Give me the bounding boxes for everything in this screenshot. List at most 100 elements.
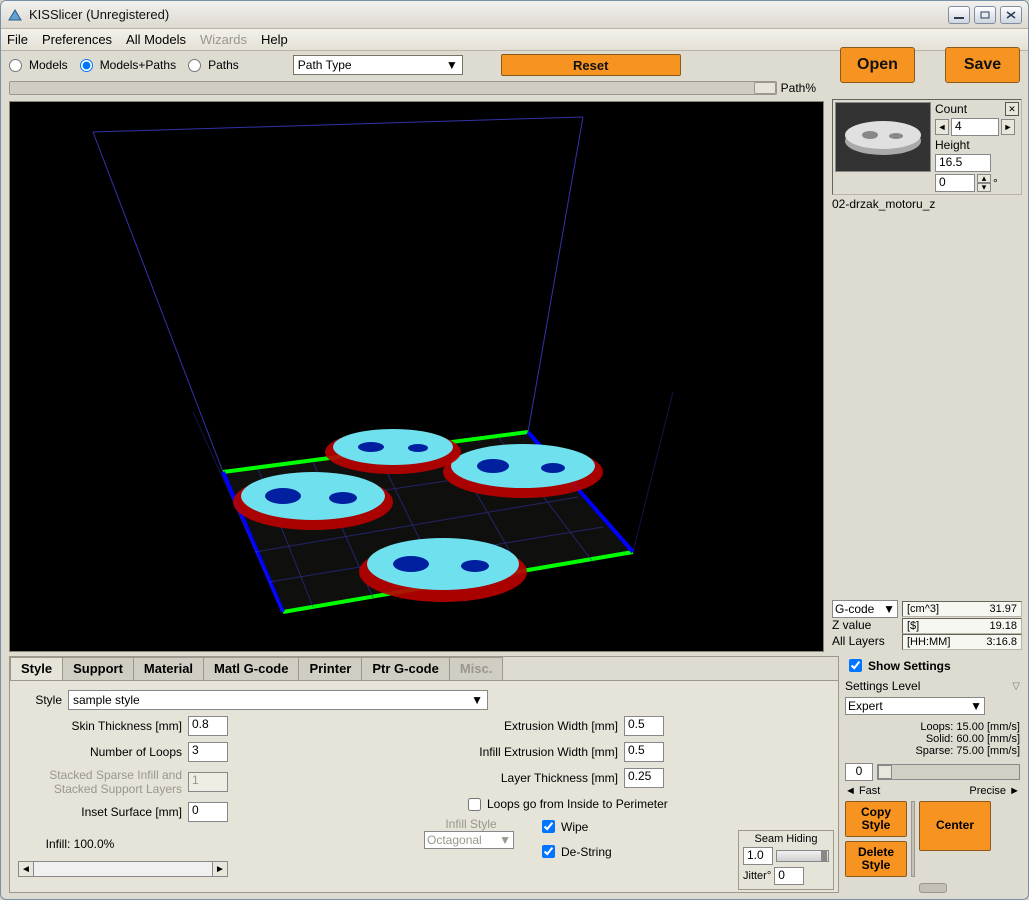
all-layers-label: All Layers [832, 634, 898, 650]
layer-thickness-label: Layer Thickness [mm] [424, 771, 624, 785]
skin-thickness-field[interactable]: 0.8 [188, 716, 228, 736]
chevron-down-icon: ▼ [883, 602, 895, 616]
gcode-select[interactable]: G-code▼ [832, 600, 898, 618]
settings-level-select[interactable]: Expert▼ [845, 697, 985, 715]
stacked-field: 1 [188, 772, 228, 792]
infill-slider-right[interactable]: ► [212, 861, 228, 877]
tab-ptr-gcode[interactable]: Ptr G-code [361, 657, 449, 680]
copy-style-button[interactable]: Copy Style [845, 801, 907, 837]
app-icon [7, 7, 23, 23]
infill-percent-label: Infill: 100.0% [18, 837, 148, 851]
height-label: Height [935, 138, 1019, 152]
chevron-down-icon: ▼ [970, 699, 982, 713]
viewmode-models-paths[interactable]: Models+Paths [80, 58, 176, 72]
menu-all-models[interactable]: All Models [126, 32, 186, 47]
height-field[interactable]: 16.5 [935, 154, 991, 172]
model-name: 02-drzak_motoru_z [832, 195, 1022, 217]
count-decrement[interactable]: ◄ [935, 119, 949, 135]
inset-surface-field[interactable]: 0 [188, 802, 228, 822]
num-loops-label: Number of Loops [18, 745, 188, 759]
tab-printer[interactable]: Printer [298, 657, 362, 680]
viewmode-paths-label: Paths [208, 58, 239, 72]
maximize-button[interactable] [974, 6, 996, 24]
style-label: Style [18, 693, 68, 707]
sparse-speed: Sparse: 75.00 [mm/s] [845, 745, 1020, 757]
viewmode-models[interactable]: Models [9, 58, 68, 72]
tab-support[interactable]: Support [62, 657, 134, 680]
3d-viewport[interactable] [9, 101, 824, 652]
tab-style[interactable]: Style [10, 657, 63, 680]
loops-inside-checkbox[interactable]: Loops go from Inside to Perimeter [464, 795, 668, 814]
precise-label: Precise [969, 785, 1006, 797]
menu-preferences[interactable]: Preferences [42, 32, 112, 47]
viewmode-modelspaths-label: Models+Paths [100, 58, 176, 72]
path-percent-slider[interactable] [9, 81, 777, 95]
count-field[interactable]: 4 [951, 118, 999, 136]
extrusion-width-field[interactable]: 0.5 [624, 716, 664, 736]
viewmode-paths[interactable]: Paths [188, 58, 239, 72]
show-settings-checkbox[interactable]: Show Settings [845, 656, 1020, 675]
seam-value-field[interactable]: 1.0 [743, 847, 773, 865]
fastprecise-value[interactable]: 0 [845, 763, 873, 781]
viewmode-models-radio[interactable] [9, 59, 22, 72]
time-label: [HH:MM] [907, 636, 950, 648]
chevron-down-icon: ▼ [471, 693, 483, 707]
open-button[interactable]: Open [840, 47, 915, 83]
destring-checkbox[interactable]: De-String [538, 842, 612, 861]
num-loops-field[interactable]: 3 [188, 742, 228, 762]
close-button[interactable] [1000, 6, 1022, 24]
wipe-checkbox[interactable]: Wipe [538, 817, 612, 836]
model-close-button[interactable]: ✕ [1005, 102, 1019, 116]
reset-button[interactable]: Reset [501, 54, 681, 76]
jitter-field[interactable]: 0 [774, 867, 804, 885]
infill-extrusion-width-label: Infill Extrusion Width [mm] [424, 745, 624, 759]
skin-thickness-label: Skin Thickness [mm] [18, 719, 188, 733]
volume-label: [cm^3] [907, 603, 939, 615]
viewmode-modelspaths-radio[interactable] [80, 59, 93, 72]
tab-material[interactable]: Material [133, 657, 204, 680]
solid-speed: Solid: 60.00 [mm/s] [845, 733, 1020, 745]
resize-grip[interactable] [919, 883, 947, 893]
volume-value: 31.97 [989, 603, 1017, 615]
path-percent-label: Path% [781, 81, 816, 95]
rotation-down[interactable]: ▾ [977, 183, 991, 192]
count-increment[interactable]: ► [1001, 119, 1015, 135]
chevron-down-icon: ▼ [446, 58, 458, 72]
window-title: KISSlicer (Unregistered) [29, 7, 948, 22]
inset-surface-label: Inset Surface [mm] [18, 805, 188, 819]
time-value: 3:16.8 [986, 636, 1017, 648]
pathtype-select[interactable]: Path Type ▼ [293, 55, 463, 75]
menu-wizards: Wizards [200, 32, 247, 47]
save-button[interactable]: Save [945, 47, 1020, 83]
delete-style-button[interactable]: Delete Style [845, 841, 907, 877]
menu-help[interactable]: Help [261, 32, 288, 47]
infill-style-label: Infill Style [424, 817, 524, 831]
infill-slider[interactable]: ◄ ► [18, 861, 228, 877]
minimize-button[interactable] [948, 6, 970, 24]
fastprecise-slider[interactable] [877, 764, 1020, 780]
cost-label: [$] [907, 620, 919, 632]
settings-level-chevron-icon[interactable]: ▽ [1012, 681, 1020, 692]
layer-thickness-field[interactable]: 0.25 [624, 768, 664, 788]
stacked-label: Stacked Sparse Infill andStacked Support… [18, 768, 188, 797]
seam-slider[interactable] [776, 850, 829, 862]
pathtype-label: Path Type [298, 58, 352, 72]
seam-hiding-label: Seam Hiding [743, 833, 829, 845]
viewport-scene [23, 112, 793, 632]
model-thumbnail[interactable] [835, 102, 931, 172]
viewmode-paths-radio[interactable] [188, 59, 201, 72]
viewmode-models-label: Models [29, 58, 68, 72]
loops-speed: Loops: 15.00 [mm/s] [845, 721, 1020, 733]
chevron-down-icon: ▼ [499, 833, 511, 847]
center-button[interactable]: Center [919, 801, 991, 851]
menu-file[interactable]: File [7, 32, 28, 47]
infill-slider-left[interactable]: ◄ [18, 861, 34, 877]
rotation-field[interactable]: 0 [935, 174, 975, 192]
style-select[interactable]: sample style▼ [68, 690, 488, 710]
cost-value: 19.18 [989, 620, 1017, 632]
rotation-unit: ° [993, 176, 998, 190]
infill-extrusion-width-field[interactable]: 0.5 [624, 742, 664, 762]
infill-style-select: Octagonal▼ [424, 831, 514, 849]
tab-matl-gcode[interactable]: Matl G-code [203, 657, 299, 680]
tab-misc: Misc. [449, 657, 504, 680]
